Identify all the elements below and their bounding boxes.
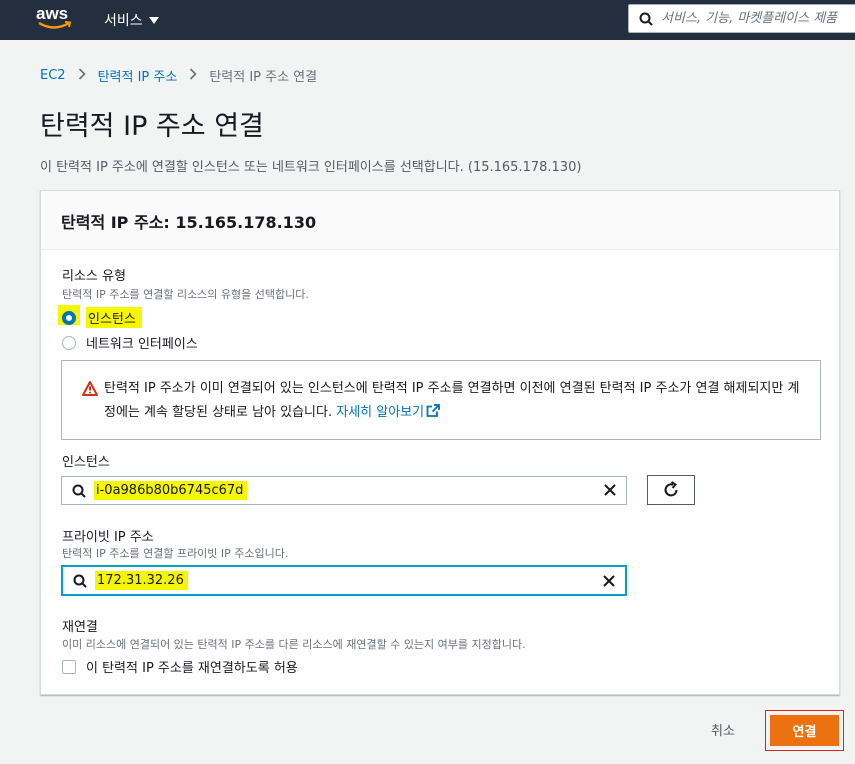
instance-label: 인스턴스 [62, 455, 110, 470]
caret-down-icon [148, 16, 159, 24]
search-icon [73, 574, 87, 588]
resource-type-description: 탄력적 IP 주소를 연결할 리소스의 유형을 선택합니다. [62, 288, 309, 301]
radio-network-interface-button[interactable] [62, 335, 76, 350]
private-ip-value: 172.31.32.26 [95, 571, 188, 590]
learn-more-link[interactable]: 자세히 알아보기 [336, 404, 441, 420]
warning-text: 탄력적 IP 주소가 이미 연결되어 있는 인스턴스에 탄력적 IP 주소를 연… [104, 381, 800, 420]
refresh-button[interactable] [647, 475, 695, 505]
breadcrumb-elastic-ip[interactable]: 탄력적 IP 주소 [98, 66, 178, 85]
radio-instance[interactable]: 인스턴스 [62, 307, 142, 328]
reassociate-checkbox-label: 이 탄력적 IP 주소를 재연결하도록 허용 [86, 661, 298, 676]
external-link-icon [426, 404, 441, 417]
global-search-input[interactable] [661, 11, 855, 26]
chevron-right-icon [78, 67, 86, 84]
breadcrumb-ec2[interactable]: EC2 [40, 68, 66, 83]
reassociate-checkbox[interactable] [62, 659, 76, 674]
warning-icon [82, 381, 98, 396]
reassociate-description: 이미 리소스에 연결되어 있는 탄력적 IP 주소를 다른 리소스에 재연결할 … [62, 638, 526, 651]
panel-header: 탄력적 IP 주소: 15.165.178.130 [41, 191, 839, 250]
private-ip-description: 탄력적 IP 주소를 연결할 프라이빗 IP 주소입니다. [62, 547, 289, 560]
learn-more-label: 자세히 알아보기 [336, 405, 425, 420]
radio-instance-button[interactable] [62, 310, 76, 325]
services-label: 서비스 [104, 13, 143, 29]
clear-icon[interactable] [601, 573, 617, 589]
reassociate-label: 재연결 [62, 620, 98, 635]
warning-alert: 탄력적 IP 주소가 이미 연결되어 있는 인스턴스에 탄력적 IP 주소를 연… [61, 360, 821, 440]
radio-network-interface-label: 네트워크 인터페이스 [86, 337, 198, 352]
resource-type-label: 리소스 유형 [62, 269, 126, 284]
top-nav: aws 서비스 [0, 0, 855, 40]
instance-value: i-0a986b80b6745c67d [94, 481, 248, 500]
radio-instance-label: 인스턴스 [86, 307, 142, 328]
cancel-button[interactable]: 취소 [711, 720, 735, 739]
aws-logo[interactable]: aws [36, 4, 74, 32]
associate-panel: 탄력적 IP 주소: 15.165.178.130 리소스 유형 탄력적 IP … [40, 190, 840, 695]
refresh-icon [664, 481, 678, 497]
private-ip-label: 프라이빗 IP 주소 [62, 530, 154, 545]
page-title: 탄력적 IP 주소 연결 [40, 111, 264, 142]
search-icon [639, 12, 653, 26]
reassociate-option[interactable]: 이 탄력적 IP 주소를 재연결하도록 허용 [62, 657, 298, 676]
aws-smile-icon [38, 21, 72, 29]
chevron-right-icon [189, 67, 197, 84]
services-menu[interactable]: 서비스 [104, 10, 159, 30]
clear-icon[interactable] [602, 482, 618, 498]
instance-input[interactable]: i-0a986b80b6745c67d [61, 476, 627, 505]
radio-network-interface[interactable]: 네트워크 인터페이스 [62, 333, 198, 352]
page-description: 이 탄력적 IP 주소에 연결할 인스턴스 또는 네트워크 인터페이스를 선택합… [40, 160, 582, 175]
search-icon [72, 484, 86, 498]
private-ip-input[interactable]: 172.31.32.26 [61, 565, 627, 596]
global-search[interactable] [628, 4, 855, 33]
breadcrumb-current: 탄력적 IP 주소 연결 [209, 70, 318, 85]
connect-button[interactable]: 연결 [770, 715, 839, 746]
breadcrumb: EC2 탄력적 IP 주소 탄력적 IP 주소 연결 [40, 66, 317, 85]
